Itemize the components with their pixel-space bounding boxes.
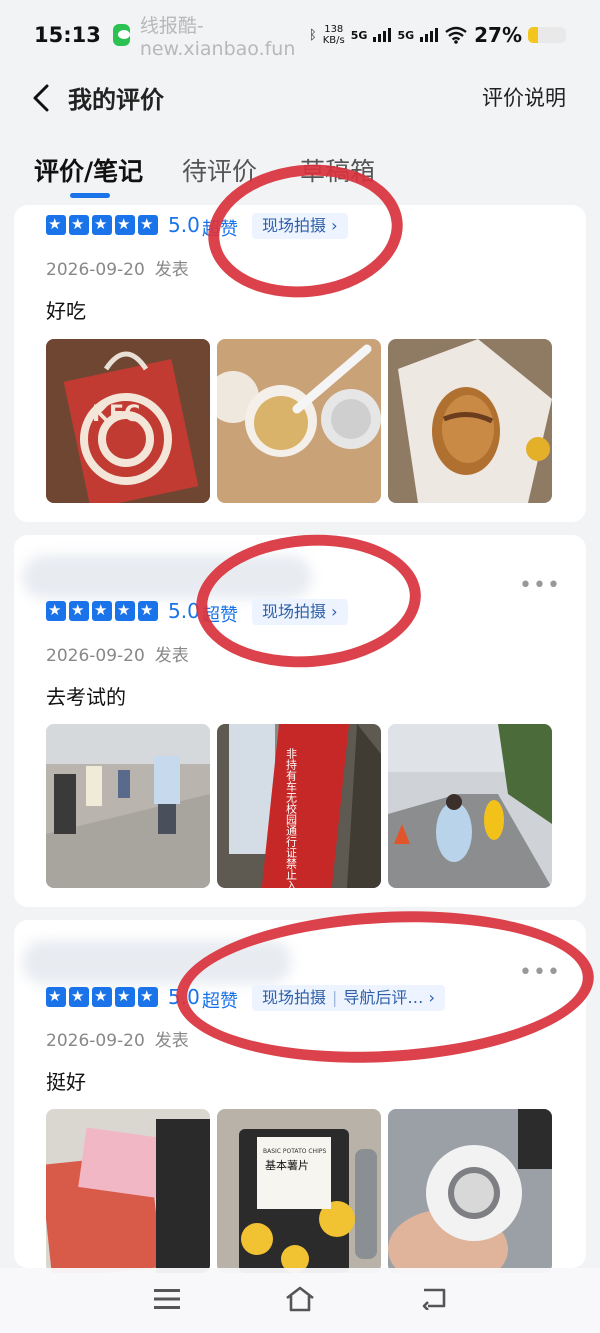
signal-bars-icon-2 [420,28,439,42]
photo-pack-text: 基本薯片 [265,1158,309,1172]
active-tab-indicator [70,193,110,198]
published-label: 发表 [154,1031,189,1051]
wechat-icon [112,24,130,46]
status-right-group: ᛒ 138 KB/s 5G 5G 27% [309,23,566,47]
rating-score: 5.0 [168,599,200,623]
review-photo[interactable] [46,724,210,888]
star-icon [46,600,66,621]
review-photo[interactable]: 非持有车无校园通行证禁止入校 [217,724,381,888]
tab-reviews-notes[interactable]: 评价/笔记 [34,152,143,188]
review-photos: KFC [46,339,552,503]
battery-icon [528,27,566,43]
star-icon [115,986,135,1007]
network-speed: 138 KB/s [323,24,345,46]
star-icon [46,986,66,1007]
review-photo[interactable] [46,1109,210,1273]
page-title: 我的评价 [68,85,164,114]
review-content: 去考试的 [46,685,126,709]
review-explain-link[interactable]: 评价说明 [482,82,566,112]
rating-score: 5.0 [168,213,200,237]
status-source-text: 线报酷-new.xianbao.fun [139,14,296,60]
page-header: 我的评价 评价说明 [0,70,600,126]
star-icon [69,986,89,1007]
published-label: 发表 [154,646,189,666]
star-icon [138,214,158,235]
star-icon [138,986,158,1007]
menu-icon[interactable] [154,1288,180,1310]
review-photo[interactable] [388,1109,552,1273]
star-icon [92,986,112,1007]
star-icon [115,214,135,235]
home-icon[interactable] [284,1286,316,1312]
star-icon [92,600,112,621]
date-value: 2026-09-20 [46,646,145,666]
review-photos: BASIC POTATO CHIPS 基本薯片 [46,1109,552,1273]
network-speed-unit: KB/s [322,35,345,46]
battery-percent: 27% [474,23,522,47]
review-photo[interactable]: BASIC POTATO CHIPS 基本薯片 [217,1109,381,1273]
more-dots-icon[interactable]: ••• [519,573,561,598]
network-speed-value: 138 [324,24,344,35]
review-content: 挺好 [46,1070,86,1094]
date-value: 2026-09-20 [46,260,145,280]
signal-5g-label-1: 5G [350,28,368,42]
review-date: 2026-09-20 发表 [46,641,189,666]
star-icon [46,214,66,235]
status-time: 15:13 [34,23,101,47]
date-value: 2026-09-20 [46,1031,145,1051]
review-photo[interactable] [388,724,552,888]
review-date: 2026-09-20 发表 [46,1026,189,1051]
return-icon[interactable] [420,1286,448,1310]
star-icon [69,600,89,621]
star-icon [115,600,135,621]
review-photo[interactable]: KFC [46,339,210,503]
review-date: 2026-09-20 发表 [46,255,189,280]
rating-stars [46,600,158,621]
chevron-left-icon[interactable] [30,84,52,112]
star-icon [69,214,89,235]
review-content: 好吃 [46,299,86,323]
status-bar: 15:13 线报酷-new.xianbao.fun ᛒ 138 KB/s 5G … [0,0,600,70]
photo-pack-brand: BASIC POTATO CHIPS [263,1148,326,1155]
system-nav-bar [0,1268,600,1333]
wifi-icon [445,26,467,44]
signal-bars-icon [373,28,392,42]
photo-sign-text: 非持有车无校园通行证禁止入校 [285,748,298,888]
star-icon [92,214,112,235]
signal-5g-label-2: 5G [397,28,415,42]
svg-text:KFC: KFC [92,402,140,427]
review-photos: 非持有车无校园通行证禁止入校 [46,724,552,888]
bluetooth-icon: ᛒ [308,27,317,43]
review-photo[interactable] [388,339,552,503]
rating-stars [46,986,158,1007]
star-icon [138,600,158,621]
review-photo[interactable] [217,339,381,503]
published-label: 发表 [154,260,189,280]
rating-stars [46,214,158,235]
